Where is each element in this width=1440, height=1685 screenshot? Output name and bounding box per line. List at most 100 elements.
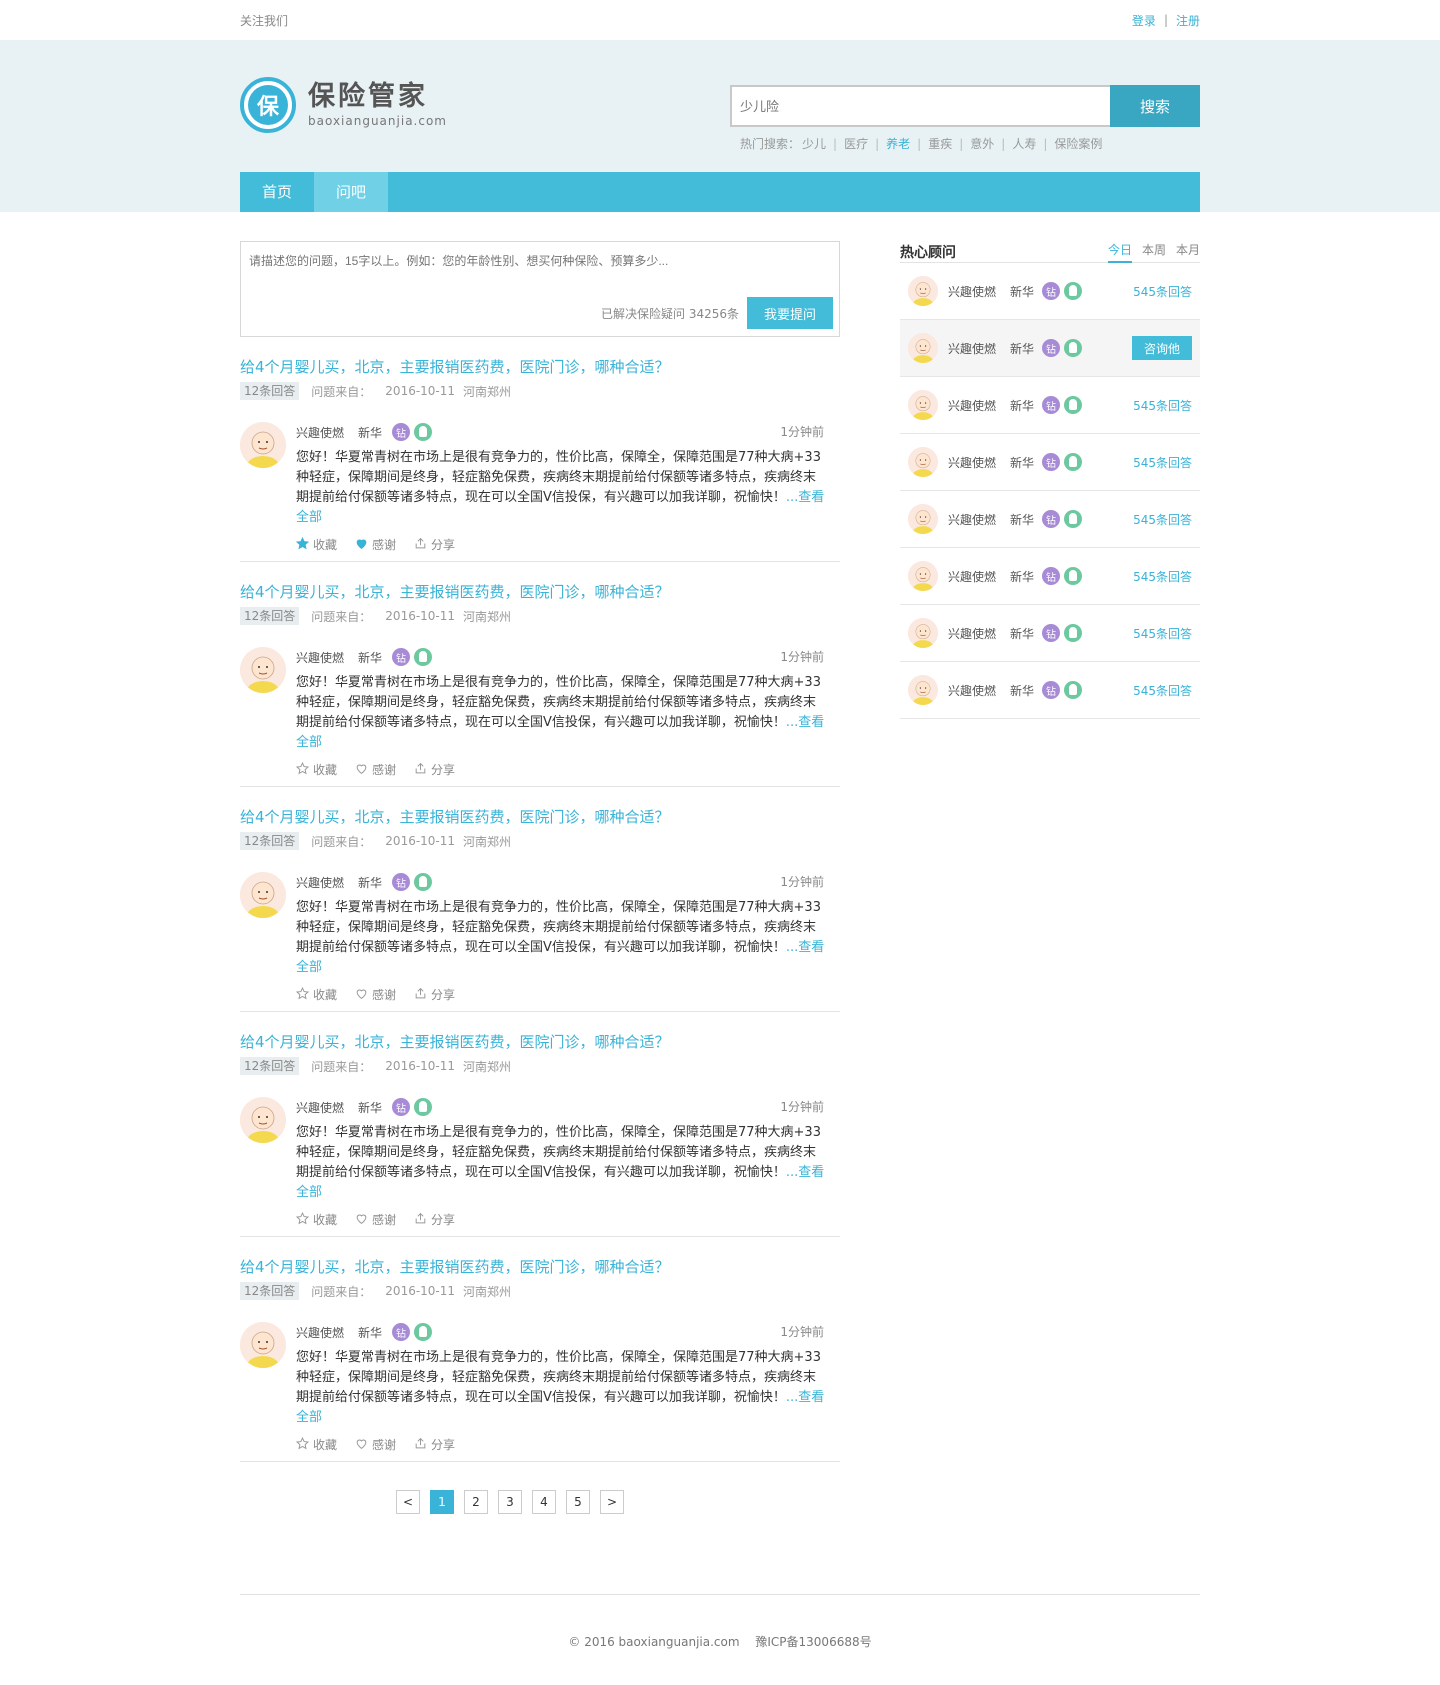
divider: | <box>1001 136 1006 151</box>
share-button[interactable]: 分享 <box>414 986 455 1003</box>
avatar[interactable] <box>908 618 938 648</box>
question-title[interactable]: 给4个月婴儿买，北京，主要报销医药费，医院门诊，哪种合适？ <box>240 583 670 601</box>
page-number-button[interactable]: 1 <box>430 1490 454 1514</box>
advisor-name[interactable]: 兴趣使燃 <box>948 568 996 585</box>
page-number-button[interactable]: 4 <box>532 1490 556 1514</box>
advisor-tab[interactable]: 今日 <box>1107 241 1132 263</box>
divider: | <box>1163 13 1168 27</box>
verified-user-icon <box>1064 282 1083 300</box>
answerer-name[interactable]: 兴趣使燃 <box>296 874 344 891</box>
share-button[interactable]: 分享 <box>414 536 455 553</box>
advisor-row[interactable]: 兴趣使燃 新华 钻 545条回答 <box>900 491 1200 548</box>
avatar[interactable] <box>908 675 938 705</box>
consult-button[interactable]: 咨询他 <box>1131 336 1192 360</box>
share-button[interactable]: 分享 <box>414 761 455 778</box>
hot-search-item[interactable]: 人寿 <box>1012 135 1036 152</box>
hot-search-item[interactable]: 保险案例 <box>1054 135 1102 152</box>
advisor-answer-count[interactable]: 545条回答 <box>1133 283 1192 300</box>
advisor-row[interactable]: 兴趣使燃 新华 钻 咨询他 <box>900 320 1200 377</box>
collect-button[interactable]: 收藏 <box>295 1436 337 1453</box>
avatar[interactable] <box>240 1097 286 1143</box>
question-title[interactable]: 给4个月婴儿买，北京，主要报销医药费，医院门诊，哪种合适？ <box>240 808 670 826</box>
answerer-name[interactable]: 兴趣使燃 <box>296 1324 344 1341</box>
ask-question-button[interactable]: 我要提问 <box>747 297 833 329</box>
collect-button[interactable]: 收藏 <box>295 761 337 778</box>
thanks-button[interactable]: 感谢 <box>355 1211 396 1228</box>
answerer-name[interactable]: 兴趣使燃 <box>296 649 344 666</box>
advisor-name[interactable]: 兴趣使燃 <box>948 511 996 528</box>
avatar[interactable] <box>908 333 938 363</box>
advisor-row[interactable]: 兴趣使燃 新华 钻 545条回答 <box>900 548 1200 605</box>
page-number-button[interactable]: 2 <box>464 1490 488 1514</box>
advisor-row[interactable]: 兴趣使燃 新华 钻 545条回答 <box>900 605 1200 662</box>
hot-search-item[interactable]: 少儿 <box>802 135 826 152</box>
page-number-button[interactable]: 3 <box>498 1490 522 1514</box>
follow-us-link[interactable]: 关注我们 <box>240 12 288 29</box>
thanks-button[interactable]: 感谢 <box>355 536 396 553</box>
advisor-answer-count[interactable]: 545条回答 <box>1133 568 1192 585</box>
logo[interactable]: 保 保险管家 baoxianguanjia.com <box>240 77 447 133</box>
advisor-row[interactable]: 兴趣使燃 新华 钻 545条回答 <box>900 377 1200 434</box>
question-title[interactable]: 给4个月婴儿买，北京，主要报销医药费，医院门诊，哪种合适？ <box>240 1033 670 1051</box>
question-textarea[interactable] <box>249 252 831 292</box>
collect-button[interactable]: 收藏 <box>295 536 337 553</box>
advisor-name[interactable]: 兴趣使燃 <box>948 340 996 357</box>
answer-count-badge: 12条回答 <box>240 607 300 625</box>
search-input[interactable] <box>730 85 1110 127</box>
question-location: 河南郑州 <box>463 1284 512 1299</box>
advisor-company: 新华 <box>1010 398 1035 413</box>
prev-page-button[interactable]: < <box>396 1490 420 1514</box>
answer-time: 1分钟前 <box>780 650 824 664</box>
page-number-button[interactable]: 5 <box>566 1490 590 1514</box>
register-link[interactable]: 注册 <box>1176 12 1200 29</box>
avatar[interactable] <box>908 276 938 306</box>
hot-search-item[interactable]: 重疾 <box>928 135 952 152</box>
share-button[interactable]: 分享 <box>414 1436 455 1453</box>
question-title[interactable]: 给4个月婴儿买，北京，主要报销医药费，医院门诊，哪种合适？ <box>240 1258 670 1276</box>
nav-qa[interactable]: 问吧 <box>314 172 388 212</box>
advisor-row[interactable]: 兴趣使燃 新华 钻 545条回答 <box>900 662 1200 719</box>
nav-home[interactable]: 首页 <box>240 172 314 212</box>
question-title[interactable]: 给4个月婴儿买，北京，主要报销医药费，医院门诊，哪种合适？ <box>240 358 670 376</box>
collect-button[interactable]: 收藏 <box>295 1211 337 1228</box>
advisor-answer-count[interactable]: 545条回答 <box>1133 454 1192 471</box>
login-link[interactable]: 登录 <box>1132 12 1156 29</box>
hot-search-item[interactable]: 医疗 <box>844 135 868 152</box>
thanks-button[interactable]: 感谢 <box>355 1436 396 1453</box>
share-icon <box>414 1212 431 1228</box>
collect-button[interactable]: 收藏 <box>295 986 337 1003</box>
advisor-answer-count[interactable]: 545条回答 <box>1133 625 1192 642</box>
advisor-answer-count[interactable]: 545条回答 <box>1133 682 1192 699</box>
thanks-button[interactable]: 感谢 <box>355 761 396 778</box>
avatar[interactable] <box>908 447 938 477</box>
avatar[interactable] <box>908 390 938 420</box>
advisor-tab[interactable]: 本周 <box>1142 241 1166 263</box>
avatar[interactable] <box>240 647 286 693</box>
advisor-name[interactable]: 兴趣使燃 <box>948 625 996 642</box>
advisor-name[interactable]: 兴趣使燃 <box>948 397 996 414</box>
next-page-button[interactable]: > <box>600 1490 624 1514</box>
share-button[interactable]: 分享 <box>414 1211 455 1228</box>
advisor-answer-count[interactable]: 545条回答 <box>1133 511 1192 528</box>
avatar[interactable] <box>240 1322 286 1368</box>
thanks-button[interactable]: 感谢 <box>355 986 396 1003</box>
advisor-name[interactable]: 兴趣使燃 <box>948 283 996 300</box>
answerer-name[interactable]: 兴趣使燃 <box>296 1099 344 1116</box>
advisor-row[interactable]: 兴趣使燃 新华 钻 545条回答 <box>900 434 1200 491</box>
advisor-row[interactable]: 兴趣使燃 新华 钻 545条回答 <box>900 263 1200 320</box>
avatar[interactable] <box>240 422 286 468</box>
hot-search-item[interactable]: 意外 <box>970 135 994 152</box>
advisor-tab[interactable]: 本月 <box>1176 241 1200 263</box>
avatar[interactable] <box>908 504 938 534</box>
advisor-name[interactable]: 兴趣使燃 <box>948 682 996 699</box>
hot-searches: 热门搜索： 少儿 | 医疗 | 养老 | 重疾 | 意外 | 人寿 | 保险案例 <box>740 135 1200 152</box>
avatar[interactable] <box>240 872 286 918</box>
hot-search-item[interactable]: 养老 <box>886 135 910 152</box>
question-location: 河南郑州 <box>463 384 512 399</box>
advisor-name[interactable]: 兴趣使燃 <box>948 454 996 471</box>
star-icon <box>295 986 313 1003</box>
avatar[interactable] <box>908 561 938 591</box>
advisor-answer-count[interactable]: 545条回答 <box>1133 397 1192 414</box>
search-button[interactable]: 搜索 <box>1110 85 1200 127</box>
answerer-name[interactable]: 兴趣使燃 <box>296 424 344 441</box>
